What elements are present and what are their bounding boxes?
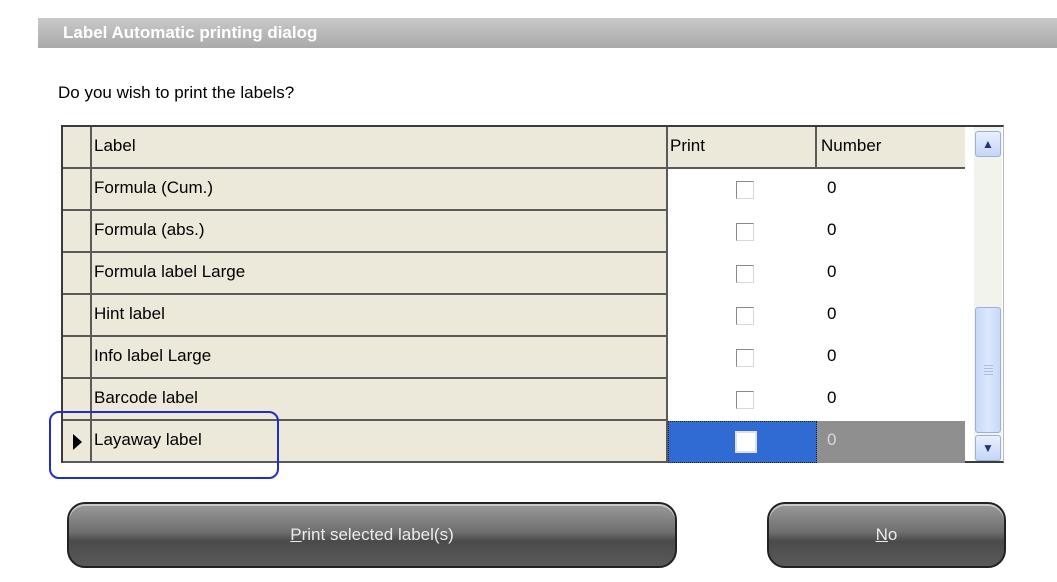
print-cell[interactable] <box>668 379 817 421</box>
number-cell[interactable]: 0 <box>817 211 965 253</box>
print-checkbox[interactable] <box>736 265 754 283</box>
label-cell[interactable]: Info label Large <box>92 337 668 379</box>
table-row[interactable]: Formula (abs.) 0 <box>63 211 974 253</box>
table-row[interactable]: Info label Large 0 <box>63 337 974 379</box>
chevron-up-icon: ▲ <box>982 137 994 151</box>
scroll-thumb[interactable] <box>975 307 1001 433</box>
label-cell[interactable]: Formula (Cum.) <box>92 169 668 211</box>
row-selector[interactable] <box>63 253 92 295</box>
print-checkbox[interactable] <box>736 181 754 199</box>
column-header-label[interactable]: Label <box>92 127 668 169</box>
print-cell[interactable] <box>668 295 817 337</box>
print-checkbox[interactable] <box>735 431 757 453</box>
print-button-label: rint selected label(s) <box>301 525 454 544</box>
number-cell[interactable]: 0 <box>817 421 965 463</box>
label-cell[interactable]: Formula (abs.) <box>92 211 668 253</box>
prompt-text: Do you wish to print the labels? <box>58 83 295 102</box>
number-cell[interactable]: 0 <box>817 169 965 211</box>
label-cell[interactable]: Formula label Large <box>92 253 668 295</box>
print-checkbox[interactable] <box>736 349 754 367</box>
number-cell[interactable]: 0 <box>817 337 965 379</box>
row-selector-header <box>63 127 92 169</box>
print-selected-button[interactable]: Print selected label(s) <box>67 502 677 568</box>
table-row[interactable]: Formula (Cum.) 0 <box>63 169 974 211</box>
grip-line <box>984 371 993 372</box>
scroll-up-button[interactable]: ▲ <box>975 131 1001 157</box>
row-selector[interactable] <box>63 295 92 337</box>
grid-header: Label Print Number <box>63 127 974 169</box>
print-cell[interactable] <box>668 421 817 463</box>
column-header-number[interactable]: Number <box>817 127 965 169</box>
print-button-mnemonic: P <box>290 525 302 544</box>
row-selector[interactable] <box>63 169 92 211</box>
print-cell[interactable] <box>668 169 817 211</box>
no-button-label: o <box>887 525 898 544</box>
row-selector[interactable] <box>63 337 92 379</box>
chevron-down-icon: ▼ <box>982 441 994 455</box>
print-checkbox[interactable] <box>736 307 754 325</box>
scroll-down-button[interactable]: ▼ <box>975 435 1001 461</box>
dialog-title-bar: Label Automatic printing dialog <box>38 18 1057 48</box>
print-checkbox[interactable] <box>736 391 754 409</box>
column-header-print[interactable]: Print <box>668 127 817 169</box>
grip-line <box>984 368 993 369</box>
no-button[interactable]: No <box>767 502 1006 568</box>
label-cell[interactable]: Hint label <box>92 295 668 337</box>
row-selector[interactable] <box>63 211 92 253</box>
vertical-scrollbar[interactable]: ▲ ▼ <box>974 127 1002 461</box>
print-cell[interactable] <box>668 337 817 379</box>
highlight-outline <box>49 411 279 479</box>
table-row[interactable]: Hint label 0 <box>63 295 974 337</box>
no-button-mnemonic: N <box>875 525 888 544</box>
print-checkbox[interactable] <box>736 223 754 241</box>
print-cell[interactable] <box>668 253 817 295</box>
grip-line <box>984 365 993 366</box>
number-cell[interactable]: 0 <box>817 253 965 295</box>
number-cell[interactable]: 0 <box>817 379 965 421</box>
number-cell[interactable]: 0 <box>817 295 965 337</box>
dialog-title: Label Automatic printing dialog <box>63 23 318 42</box>
grip-line <box>984 374 993 375</box>
print-cell[interactable] <box>668 211 817 253</box>
table-row[interactable]: Formula label Large 0 <box>63 253 974 295</box>
